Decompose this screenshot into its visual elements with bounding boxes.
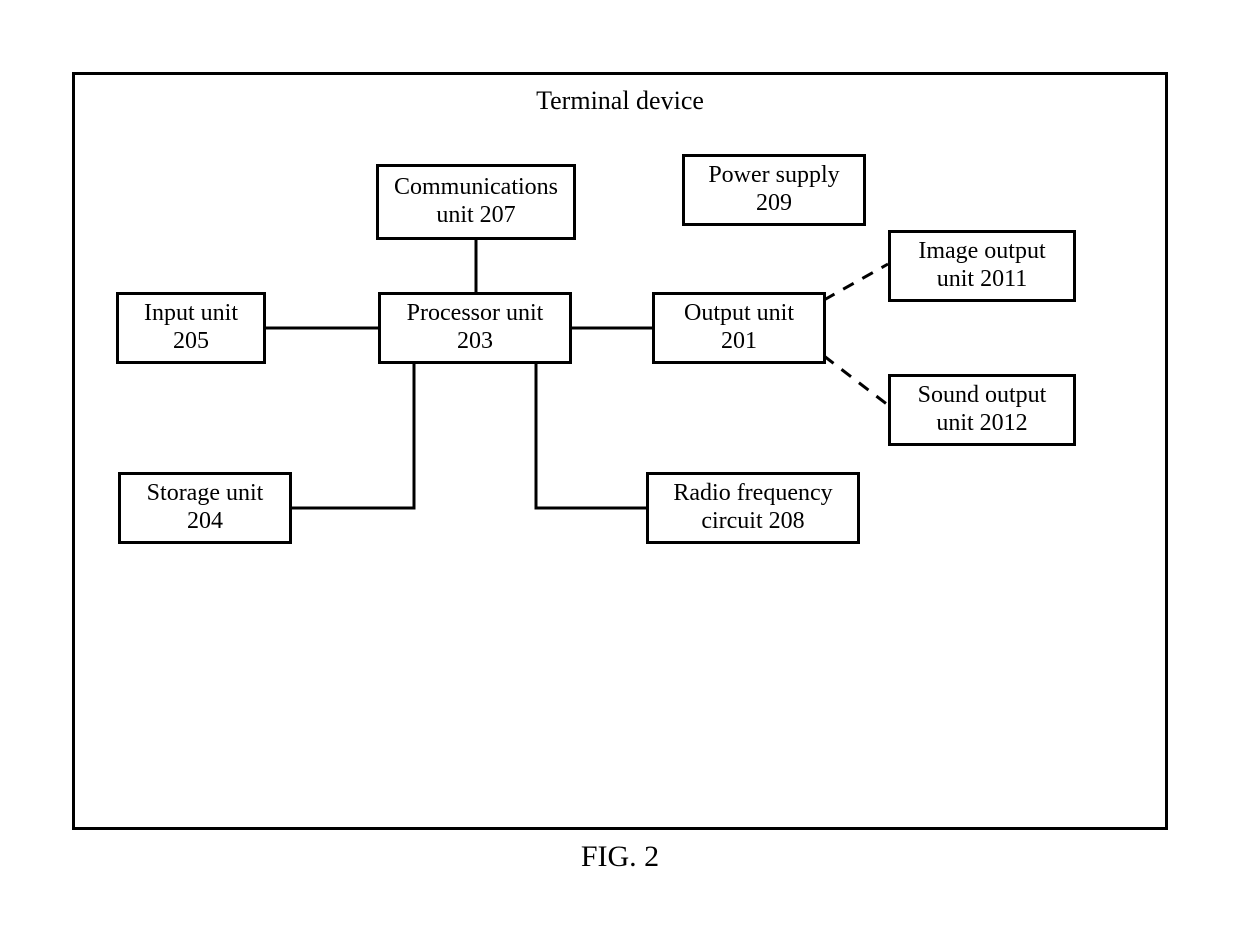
terminal-device-frame bbox=[72, 72, 1168, 830]
sound-output-unit-block: Sound output unit 2012 bbox=[888, 374, 1076, 446]
block-label: 204 bbox=[187, 508, 223, 536]
block-label: 201 bbox=[721, 328, 757, 356]
power-supply-block: Power supply 209 bbox=[682, 154, 866, 226]
block-label: Image output bbox=[918, 238, 1045, 266]
block-label: 203 bbox=[457, 328, 493, 356]
figure-caption: FIG. 2 bbox=[0, 840, 1240, 874]
block-label: Processor unit bbox=[407, 300, 544, 328]
processor-unit-block: Processor unit 203 bbox=[378, 292, 572, 364]
block-label: Storage unit bbox=[147, 480, 264, 508]
image-output-unit-block: Image output unit 2011 bbox=[888, 230, 1076, 302]
block-label: unit 207 bbox=[436, 202, 515, 230]
input-unit-block: Input unit 205 bbox=[116, 292, 266, 364]
block-label: Radio frequency bbox=[673, 480, 832, 508]
block-label: Output unit bbox=[684, 300, 794, 328]
block-label: Power supply bbox=[708, 162, 839, 190]
communications-unit-block: Communications unit 207 bbox=[376, 164, 576, 240]
diagram-title-text: Terminal device bbox=[536, 86, 704, 115]
diagram-canvas: Terminal device Communications unit 207 … bbox=[0, 0, 1240, 943]
figure-caption-text: FIG. 2 bbox=[581, 840, 659, 873]
radio-frequency-circuit-block: Radio frequency circuit 208 bbox=[646, 472, 860, 544]
block-label: unit 2011 bbox=[937, 266, 1027, 294]
block-label: 209 bbox=[756, 190, 792, 218]
block-label: 205 bbox=[173, 328, 209, 356]
output-unit-block: Output unit 201 bbox=[652, 292, 826, 364]
block-label: Input unit bbox=[144, 300, 238, 328]
block-label: unit 2012 bbox=[936, 410, 1027, 438]
block-label: Communications bbox=[394, 174, 558, 202]
storage-unit-block: Storage unit 204 bbox=[118, 472, 292, 544]
diagram-title: Terminal device bbox=[72, 86, 1168, 116]
block-label: Sound output bbox=[918, 382, 1047, 410]
block-label: circuit 208 bbox=[701, 508, 804, 536]
